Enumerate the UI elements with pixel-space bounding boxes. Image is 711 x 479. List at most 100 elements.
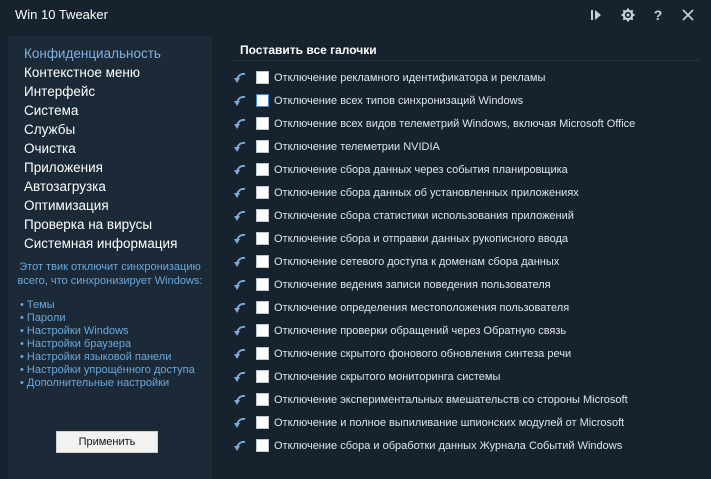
tweak-checkbox[interactable]	[256, 416, 269, 429]
tweak-label: Отключение рекламного идентификатора и р…	[274, 72, 546, 84]
tweak-row: Отключение экспериментальных вмешательст…	[232, 391, 702, 409]
tweak-row: Отключение определения местоположения по…	[232, 299, 702, 317]
tweak-label: Отключение сбора данных через события пл…	[274, 164, 568, 176]
tweak-label: Отключение сбора и отправки данных рукоп…	[274, 233, 568, 245]
sync-list-item: • Настройки Windows	[20, 325, 129, 337]
tweak-label: Отключение определения местоположения по…	[274, 302, 570, 314]
tweak-checkbox[interactable]	[256, 232, 269, 245]
tweak-checkbox[interactable]	[256, 117, 269, 130]
sidebar: Конфиденциальность Контекстное меню Инте…	[8, 36, 212, 479]
tweak-row: Отключение сбора и отправки данных рукоп…	[232, 230, 702, 248]
tweak-label: Отключение проверки обращений через Обра…	[274, 325, 567, 337]
tweak-row: Отключение телеметрии NVIDIA	[232, 138, 702, 156]
undo-icon[interactable]	[232, 346, 248, 362]
sidebar-item-virus-scan[interactable]: Проверка на вирусы	[24, 217, 152, 233]
tweak-checkbox[interactable]	[256, 71, 269, 84]
sync-hint-line: Этот твик отключит синхронизацию	[19, 261, 201, 273]
tweak-checkbox[interactable]	[256, 94, 269, 107]
tweak-row: Отключение всех типов синхронизаций Wind…	[232, 92, 702, 110]
undo-icon[interactable]	[232, 208, 248, 224]
tweak-row: Отключение всех видов телеметрий Windows…	[232, 115, 702, 133]
undo-icon[interactable]	[232, 415, 248, 431]
sidebar-item-autostart[interactable]: Автозагрузка	[24, 179, 106, 195]
sidebar-item-system[interactable]: Система	[24, 103, 78, 119]
tweak-row: Отключение скрытого фонового обновления …	[232, 345, 702, 363]
tweak-row: Отключение и полное выпиливание шпионски…	[232, 414, 702, 432]
settings-button[interactable]	[617, 5, 639, 25]
tweak-checkbox[interactable]	[256, 324, 269, 337]
undo-icon[interactable]	[232, 392, 248, 408]
undo-icon[interactable]	[232, 93, 248, 109]
sidebar-item-cleanup[interactable]: Очистка	[24, 141, 76, 157]
sync-list-item: • Пароли	[20, 312, 66, 324]
tweak-row: Отключение сбора и обработки данных Журн…	[232, 437, 702, 455]
tweak-row: Отключение рекламного идентификатора и р…	[232, 69, 702, 87]
tweak-checkbox[interactable]	[256, 140, 269, 153]
tweak-checkbox[interactable]	[256, 347, 269, 360]
undo-icon[interactable]	[232, 369, 248, 385]
sync-list-item: • Темы	[20, 299, 55, 311]
sidebar-item-apps[interactable]: Приложения	[24, 160, 103, 176]
tweak-label: Отключение сетевого доступа к доменам сб…	[274, 256, 560, 268]
undo-icon[interactable]	[232, 277, 248, 293]
tweak-label: Отключение экспериментальных вмешательст…	[274, 394, 628, 406]
tweak-label: Отключение всех типов синхронизаций Wind…	[274, 95, 524, 107]
app-title: Win 10 Tweaker	[15, 7, 108, 22]
undo-icon[interactable]	[232, 185, 248, 201]
gear-icon	[621, 8, 635, 22]
tweak-row: Отключение скрытого мониторинга системы	[232, 368, 702, 386]
sidebar-item-privacy[interactable]: Конфиденциальность	[24, 46, 161, 62]
tweak-checkbox[interactable]	[256, 393, 269, 406]
undo-icon[interactable]	[232, 116, 248, 132]
sync-hint-line: всего, что синхронизирует Windows:	[17, 275, 203, 287]
close-icon	[682, 9, 694, 21]
tweak-label: Отключение ведения записи поведения поль…	[274, 279, 551, 291]
sync-list-item: • Настройки браузера	[20, 338, 132, 350]
apply-button[interactable]: Применить	[56, 431, 158, 453]
tweak-checkbox[interactable]	[256, 301, 269, 314]
close-button[interactable]	[677, 5, 699, 25]
undo-icon[interactable]	[232, 231, 248, 247]
undo-icon[interactable]	[232, 300, 248, 316]
undo-icon[interactable]	[232, 438, 248, 454]
play-button[interactable]	[585, 5, 607, 25]
tweak-label: Отключение скрытого фонового обновления …	[274, 348, 572, 360]
undo-icon[interactable]	[232, 139, 248, 155]
sidebar-item-optimization[interactable]: Оптимизация	[24, 198, 109, 214]
tweak-row: Отключение сбора данных об установленных…	[232, 184, 702, 202]
tweak-row: Отключение сбора статистики использовани…	[232, 207, 702, 225]
tweak-checkbox[interactable]	[256, 255, 269, 268]
sidebar-item-system-info[interactable]: Системная информация	[24, 236, 177, 252]
tweak-label: Отключение телеметрии NVIDIA	[274, 141, 440, 153]
tweak-checkbox[interactable]	[256, 186, 269, 199]
sync-list-item: • Дополнительные настройки	[20, 377, 170, 389]
help-icon: ?	[653, 7, 663, 23]
undo-icon[interactable]	[232, 323, 248, 339]
tweak-checkbox[interactable]	[256, 370, 269, 383]
tweak-label: Отключение всех видов телеметрий Windows…	[274, 118, 636, 130]
undo-icon[interactable]	[232, 70, 248, 86]
tweak-checkbox[interactable]	[256, 163, 269, 176]
sidebar-item-services[interactable]: Службы	[24, 122, 75, 138]
sync-list-item: • Настройки языковой панели	[20, 351, 172, 363]
sync-hint: Этот твик отключит синхронизацию всего, …	[8, 260, 212, 288]
tweak-checkbox[interactable]	[256, 439, 269, 452]
header-divider	[230, 60, 700, 61]
tweak-checkbox[interactable]	[256, 209, 269, 222]
tweak-checkbox[interactable]	[256, 278, 269, 291]
undo-icon[interactable]	[232, 254, 248, 270]
tweak-row: Отключение проверки обращений через Обра…	[232, 322, 702, 340]
tweak-row: Отключение ведения записи поведения поль…	[232, 276, 702, 294]
sidebar-item-interface[interactable]: Интерфейс	[24, 84, 95, 100]
tweak-label: Отключение и полное выпиливание шпионски…	[274, 417, 625, 429]
tweak-row: Отключение сбора данных через события пл…	[232, 161, 702, 179]
sidebar-item-context-menu[interactable]: Контекстное меню	[24, 65, 140, 81]
tweak-row: Отключение сетевого доступа к доменам сб…	[232, 253, 702, 271]
tweak-label: Отключение сбора статистики использовани…	[274, 210, 574, 222]
tweak-label: Отключение сбора и обработки данных Журн…	[274, 440, 623, 452]
help-button[interactable]: ?	[647, 5, 669, 25]
undo-icon[interactable]	[232, 162, 248, 178]
tweak-label: Отключение скрытого мониторинга системы	[274, 371, 501, 383]
select-all-button[interactable]: Поставить все галочки	[240, 43, 377, 57]
title-bar: Win 10 Tweaker ?	[0, 0, 711, 30]
